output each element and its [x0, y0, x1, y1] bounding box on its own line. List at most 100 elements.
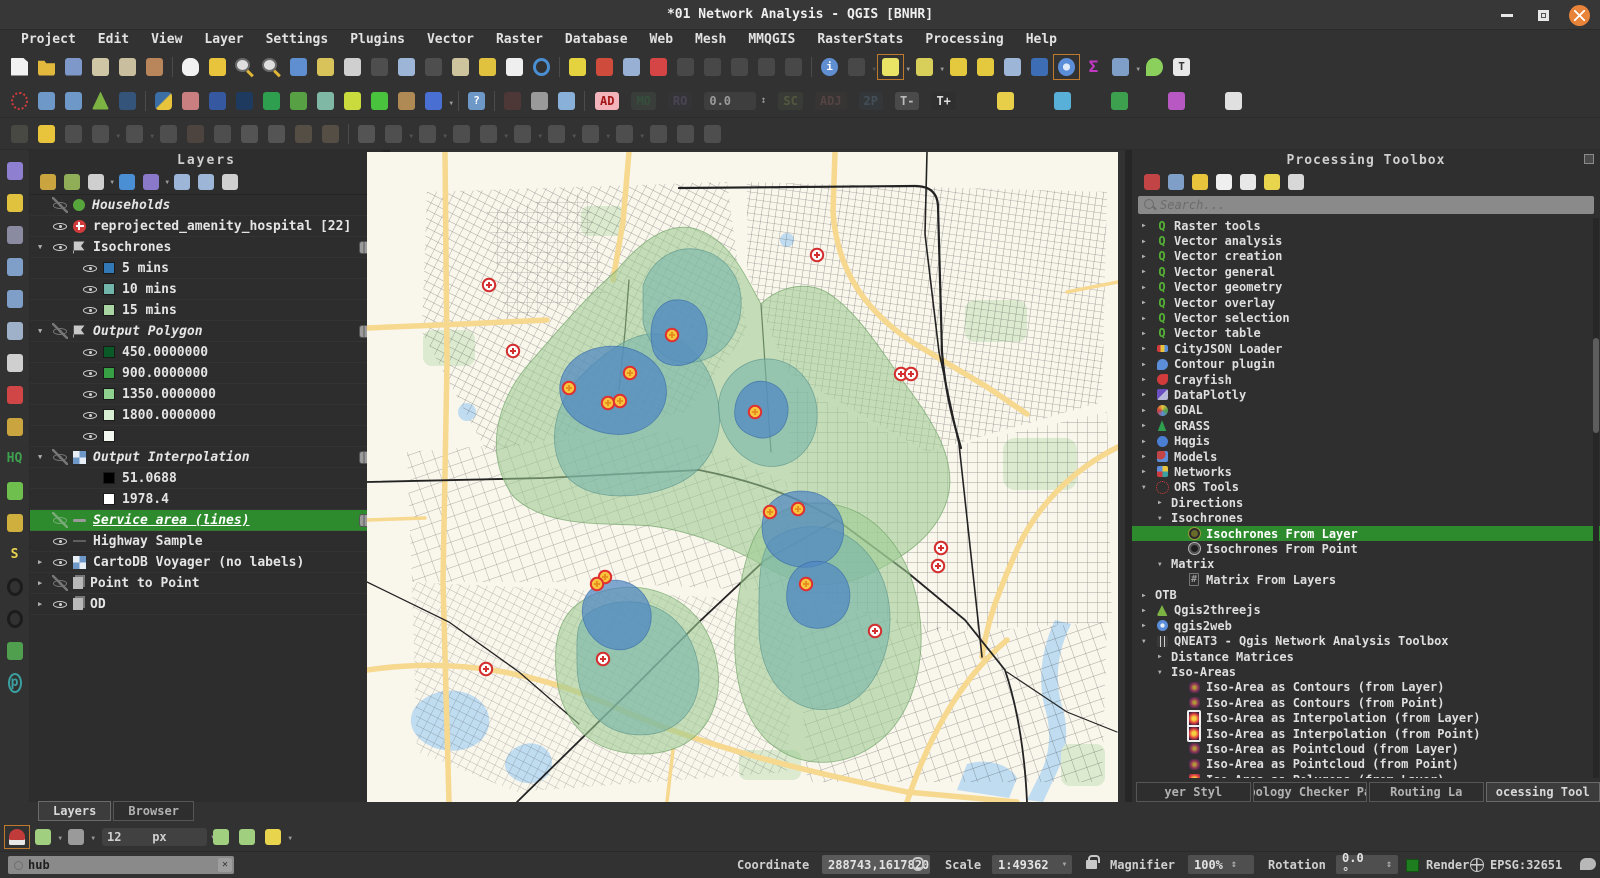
layer-item[interactable]: 450.0000000: [30, 342, 383, 363]
toolbar-icon[interactable]: [1133, 88, 1163, 114]
expand-arrow-icon[interactable]: [1142, 592, 1155, 599]
menu-item[interactable]: Help: [1015, 32, 1068, 47]
toolbar-icon[interactable]: [553, 88, 580, 114]
layer-item[interactable]: Output Polygon: [30, 321, 383, 342]
expand-arrow-icon[interactable]: [1142, 238, 1155, 245]
toolbar-icon[interactable]: [753, 54, 780, 80]
toolbar-icon[interactable]: [490, 88, 499, 114]
toolbar-icon[interactable]: [33, 54, 60, 80]
toolbar-icon[interactable]: [258, 88, 285, 114]
toolbar-icon[interactable]: [204, 88, 231, 114]
visibility-toggle-icon[interactable]: [52, 197, 68, 213]
toolbar-icon[interactable]: [6, 121, 33, 147]
dock-tab[interactable]: Layers: [38, 801, 111, 821]
visibility-toggle-icon[interactable]: [52, 575, 68, 591]
toolbar-icon[interactable]: [1107, 54, 1134, 80]
expand-arrow-icon[interactable]: [1142, 422, 1155, 429]
toolbar-icon[interactable]: [1080, 54, 1107, 80]
toolbar-icon[interactable]: [204, 54, 231, 80]
toolbar-icon[interactable]: 2P: [853, 88, 889, 114]
toolbar-icon[interactable]: [420, 54, 447, 80]
algorithm-item[interactable]: Vector table: [1132, 326, 1600, 341]
visibility-toggle-icon[interactable]: [52, 323, 68, 339]
expand-arrow-icon[interactable]: [1142, 607, 1155, 614]
toolbar-icon[interactable]: [290, 121, 317, 147]
algorithm-item[interactable]: Qgis2threejs: [1132, 603, 1600, 618]
algorithm-item[interactable]: GDAL: [1132, 403, 1600, 418]
layer-item[interactable]: Highway Sample: [30, 531, 383, 552]
plugin-icon[interactable]: [2, 638, 28, 664]
rotation-value[interactable]: 0.0 °: [1336, 855, 1398, 874]
toolbar-icon[interactable]: 0.0: [698, 88, 772, 114]
maximize-button[interactable]: [1533, 5, 1553, 25]
plugin-icon[interactable]: S: [2, 542, 28, 568]
expand-arrow-icon[interactable]: [1142, 253, 1155, 260]
layers-toolbar-icon[interactable]: [115, 171, 139, 193]
layers-toolbar-icon[interactable]: [36, 171, 60, 193]
toolbar-icon[interactable]: [499, 88, 526, 114]
snapping-icon[interactable]: [208, 825, 234, 849]
toolbar-icon[interactable]: [182, 121, 209, 147]
toolbar-icon[interactable]: [114, 88, 141, 114]
layers-toolbar-icon[interactable]: [60, 171, 84, 193]
algorithm-item[interactable]: Raster tools: [1132, 218, 1600, 233]
toolbar-icon[interactable]: [209, 121, 236, 147]
toolbar-icon[interactable]: [526, 88, 553, 114]
locator-input[interactable]: [28, 856, 208, 874]
menu-item[interactable]: View: [140, 32, 193, 47]
scale-combobox[interactable]: 1:49362: [992, 855, 1072, 874]
close-button[interactable]: [1569, 5, 1590, 26]
plugin-icon[interactable]: [2, 510, 28, 536]
scrollbar-thumb[interactable]: [1593, 338, 1599, 433]
toolbar-icon[interactable]: [344, 121, 353, 147]
toolbar-icon[interactable]: [87, 88, 114, 114]
toolbar-icon[interactable]: [726, 54, 753, 80]
toolbar-icon[interactable]: [555, 54, 564, 80]
panel-float-icon[interactable]: [1584, 154, 1594, 164]
visibility-toggle-icon[interactable]: [52, 596, 68, 612]
toolbar-icon[interactable]: [1019, 88, 1049, 114]
toolbar-icon[interactable]: [312, 54, 339, 80]
expand-arrow-icon[interactable]: [1142, 638, 1155, 645]
toolbar-icon[interactable]: [618, 54, 645, 80]
toolbar-icon[interactable]: [168, 54, 177, 80]
expand-arrow-icon[interactable]: [1142, 376, 1155, 383]
toolbar-icon[interactable]: [699, 54, 726, 80]
visibility-toggle-icon[interactable]: [52, 449, 68, 465]
layer-item[interactable]: Isochrones: [30, 237, 383, 258]
toolbar-icon[interactable]: [611, 121, 638, 147]
expand-arrow-icon[interactable]: [1142, 345, 1155, 352]
toolbar-icon[interactable]: [1220, 88, 1247, 114]
menu-item[interactable]: Edit: [87, 32, 140, 47]
visibility-toggle-icon[interactable]: [52, 218, 68, 234]
algorithm-item[interactable]: Matrix From Layers: [1132, 572, 1600, 587]
algorithm-item[interactable]: Isochrones From Layer: [1132, 526, 1600, 541]
algorithm-item[interactable]: OTB: [1132, 587, 1600, 602]
map-canvas[interactable]: [367, 152, 1118, 802]
expand-arrow-icon[interactable]: [1142, 453, 1155, 460]
dock-tab[interactable]: Routing La: [1369, 782, 1484, 802]
algorithm-item[interactable]: Iso-Area as Interpolation (from Layer): [1132, 711, 1600, 726]
algorithm-item[interactable]: CityJSON Loader: [1132, 341, 1600, 356]
expand-arrow-icon[interactable]: [38, 327, 52, 335]
expand-arrow-icon[interactable]: [1142, 299, 1155, 306]
toolbar-icon[interactable]: [877, 54, 904, 80]
layer-item[interactable]: Households: [30, 195, 383, 216]
toolbar-icon[interactable]: [420, 88, 447, 114]
menu-item[interactable]: Plugins: [339, 32, 416, 47]
expand-arrow-icon[interactable]: [1142, 407, 1155, 414]
toolbar-icon[interactable]: [1168, 54, 1195, 80]
expand-arrow-icon[interactable]: [1142, 268, 1155, 275]
expand-arrow-icon[interactable]: [38, 453, 52, 461]
toolbar-icon[interactable]: [339, 54, 366, 80]
algorithm-item[interactable]: Contour plugin: [1132, 357, 1600, 372]
toolbar-icon[interactable]: [501, 54, 528, 80]
toolbar-icon[interactable]: [414, 121, 441, 147]
toolbar-icon[interactable]: [263, 121, 290, 147]
toolbar-icon[interactable]: [33, 121, 60, 147]
toolbar-icon[interactable]: [1053, 54, 1080, 80]
algorithm-item[interactable]: Iso-Area as Pointcloud (from Layer): [1132, 741, 1600, 756]
visibility-toggle-icon[interactable]: [82, 386, 98, 402]
expand-arrow-icon[interactable]: [38, 600, 52, 608]
menu-item[interactable]: MMQGIS: [737, 32, 806, 47]
